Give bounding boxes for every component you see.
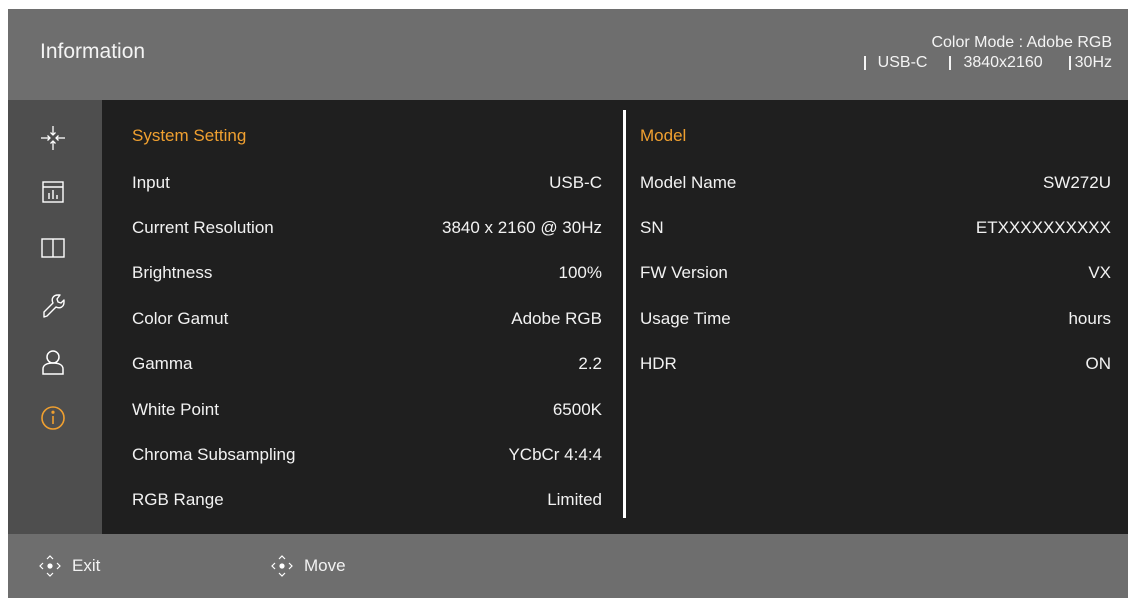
picture-adjust-icon[interactable] <box>39 124 67 152</box>
color-mode-status: Color Mode : Adobe RGB <box>931 34 1112 51</box>
status-info: Color Mode : Adobe RGB USB-C 3840x2160 3… <box>863 33 1112 73</box>
row-label: HDR <box>640 354 677 373</box>
row-value: USB-C <box>549 173 602 192</box>
row-label: Brightness <box>132 263 213 282</box>
row-value: ETXXXXXXXXXX <box>975 218 1111 237</box>
row-label: Gamma <box>132 354 193 373</box>
custom-user-icon[interactable] <box>39 348 67 376</box>
row-value: ON <box>1085 354 1112 373</box>
row-label: Model Name <box>640 173 737 192</box>
info-row-brightness: Brightness 100% <box>132 263 602 287</box>
row-value: 2.2 <box>578 354 602 373</box>
row-value: hours <box>1068 309 1111 328</box>
osd-menu: Information Color Mode : Adobe RGB USB-C… <box>8 9 1128 598</box>
pip-pbp-icon[interactable] <box>39 234 67 262</box>
row-value: 3840 x 2160 @ 30Hz <box>442 218 602 237</box>
row-value: SW272U <box>1042 173 1111 192</box>
row-label: Current Resolution <box>132 218 274 237</box>
row-value: Limited <box>547 490 602 509</box>
page-title: Information <box>40 40 146 63</box>
input-status: USB-C <box>877 54 928 71</box>
system-tools-icon[interactable] <box>39 292 67 320</box>
color-adjust-icon[interactable] <box>39 178 67 206</box>
information-icon[interactable] <box>39 404 67 432</box>
joystick-icon <box>39 555 61 577</box>
info-row-usage-time: Usage Time hours <box>640 309 1111 333</box>
info-row-rgb-range: RGB Range Limited <box>132 490 602 514</box>
info-row-input: Input USB-C <box>132 173 602 197</box>
header-bar: Information Color Mode : Adobe RGB USB-C… <box>8 9 1128 100</box>
info-row-hdr: HDR ON <box>640 354 1111 378</box>
row-label: Color Gamut <box>132 309 229 328</box>
info-row-model-name: Model Name SW272U <box>640 173 1111 197</box>
row-label: Chroma Subsampling <box>132 445 296 464</box>
model-title: Model <box>640 126 687 145</box>
move-label: Move <box>304 556 346 575</box>
separator <box>863 56 866 70</box>
info-row-sn: SN ETXXXXXXXXXX <box>640 218 1111 242</box>
row-label: SN <box>640 218 664 237</box>
row-label: RGB Range <box>132 490 224 509</box>
info-row-chroma: Chroma Subsampling YCbCr 4:4:4 <box>132 445 602 469</box>
row-value: 100% <box>558 263 602 282</box>
refresh-status: 30Hz <box>1074 54 1112 71</box>
move-hint[interactable]: Move <box>270 554 346 578</box>
info-row-gamma: Gamma 2.2 <box>132 354 602 378</box>
system-setting-title: System Setting <box>132 126 247 145</box>
joystick-icon <box>271 555 293 577</box>
row-value: YCbCr 4:4:4 <box>508 445 602 464</box>
exit-label: Exit <box>72 556 101 575</box>
separator <box>949 56 952 70</box>
resolution-status: 3840x2160 <box>963 54 1043 71</box>
row-label: FW Version <box>640 263 728 282</box>
sidebar <box>8 100 102 534</box>
row-label: Usage Time <box>640 309 731 328</box>
footer-bar: Exit Move <box>8 534 1128 598</box>
row-value: Adobe RGB <box>511 309 602 328</box>
info-row-color-gamut: Color Gamut Adobe RGB <box>132 309 602 333</box>
row-label: White Point <box>132 400 219 419</box>
row-value: VX <box>1088 263 1111 282</box>
info-row-white-point: White Point 6500K <box>132 400 602 424</box>
info-row-resolution: Current Resolution 3840 x 2160 @ 30Hz <box>132 218 602 242</box>
row-value: 6500K <box>552 400 602 419</box>
info-row-fw-version: FW Version VX <box>640 263 1111 287</box>
exit-hint[interactable]: Exit <box>38 554 100 578</box>
column-divider <box>623 110 626 518</box>
separator <box>1068 56 1071 70</box>
info-panel: System Setting Input USB-C Current Resolu… <box>102 100 1128 534</box>
row-label: Input <box>132 173 170 192</box>
